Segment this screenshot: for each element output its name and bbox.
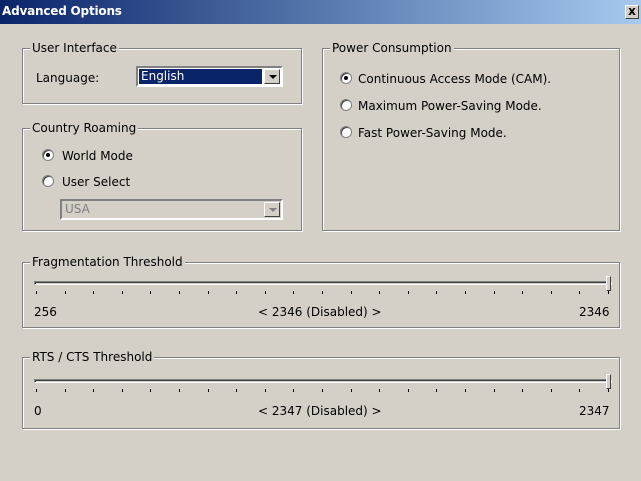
- slider-tick: [179, 291, 180, 294]
- fragmentation-slider-track[interactable]: [34, 281, 612, 285]
- slider-tick: [65, 389, 66, 392]
- language-selected-value: English: [139, 69, 262, 84]
- slider-tick: [408, 291, 409, 294]
- max-power-saving-radio[interactable]: [340, 99, 352, 111]
- slider-tick: [36, 389, 37, 392]
- close-icon: x: [628, 4, 636, 18]
- slider-tick: [293, 389, 294, 392]
- user-select-label[interactable]: User Select: [62, 175, 130, 189]
- window-title: Advanced Options: [2, 4, 122, 18]
- slider-tick: [465, 291, 466, 294]
- language-dropdown-button[interactable]: [264, 69, 280, 84]
- slider-tick: [494, 291, 495, 294]
- slider-tick: [293, 291, 294, 294]
- slider-tick: [579, 389, 580, 392]
- slider-tick: [236, 389, 237, 392]
- slider-tick: [265, 389, 266, 392]
- slider-tick: [122, 389, 123, 392]
- world-mode-label[interactable]: World Mode: [62, 149, 133, 163]
- fragmentation-max-label: 2346: [579, 305, 610, 319]
- fragmentation-threshold-legend: Fragmentation Threshold: [30, 255, 185, 269]
- slider-tick: [379, 389, 380, 392]
- country-dropdown-button[interactable]: [264, 202, 280, 217]
- slider-tick: [522, 389, 523, 392]
- language-dropdown[interactable]: English: [136, 66, 283, 87]
- title-bar[interactable]: Advanced Options x: [0, 0, 641, 24]
- cam-mode-radio[interactable]: [340, 72, 352, 84]
- slider-tick: [436, 389, 437, 392]
- language-label: Language:: [36, 71, 100, 85]
- slider-tick: [150, 389, 151, 392]
- fast-power-saving-label[interactable]: Fast Power-Saving Mode.: [358, 126, 507, 140]
- slider-thumb[interactable]: [606, 374, 611, 389]
- rts-cts-max-label: 2347: [579, 404, 610, 418]
- slider-tick: [551, 389, 552, 392]
- rts-cts-value-label: < 2347 (Disabled) >: [258, 404, 382, 418]
- chevron-down-icon: [269, 75, 277, 79]
- slider-tick: [36, 291, 37, 294]
- slider-tick: [608, 291, 609, 294]
- cam-mode-label[interactable]: Continuous Access Mode (CAM).: [358, 72, 551, 86]
- slider-tick: [579, 291, 580, 294]
- max-power-saving-label[interactable]: Maximum Power-Saving Mode.: [358, 99, 542, 113]
- slider-tick: [208, 291, 209, 294]
- slider-tick: [208, 389, 209, 392]
- country-selected-value: USA: [65, 202, 90, 216]
- user-select-radio[interactable]: [42, 175, 54, 187]
- slider-tick: [65, 291, 66, 294]
- slider-tick: [322, 389, 323, 392]
- close-button[interactable]: x: [625, 5, 639, 19]
- power-consumption-legend: Power Consumption: [330, 41, 454, 55]
- slider-tick: [351, 291, 352, 294]
- fragmentation-value-label: < 2346 (Disabled) >: [258, 305, 382, 319]
- slider-tick: [150, 291, 151, 294]
- slider-tick: [465, 389, 466, 392]
- rts-cts-min-label: 0: [34, 404, 42, 418]
- slider-thumb[interactable]: [606, 276, 611, 291]
- rts-cts-slider-track[interactable]: [34, 379, 612, 383]
- rts-cts-slider[interactable]: [34, 374, 612, 394]
- slider-tick: [236, 291, 237, 294]
- slider-tick: [93, 389, 94, 392]
- country-dropdown[interactable]: USA: [60, 199, 283, 220]
- slider-tick: [179, 389, 180, 392]
- slider-tick: [379, 291, 380, 294]
- slider-tick: [265, 291, 266, 294]
- user-interface-legend: User Interface: [30, 41, 119, 55]
- world-mode-radio[interactable]: [42, 149, 54, 161]
- slider-tick: [122, 291, 123, 294]
- advanced-options-dialog: Advanced Options x User Interface Langua…: [0, 0, 641, 481]
- slider-tick: [608, 389, 609, 392]
- fragmentation-min-label: 256: [34, 305, 57, 319]
- slider-tick: [551, 291, 552, 294]
- slider-tick: [93, 291, 94, 294]
- country-roaming-legend: Country Roaming: [30, 121, 139, 135]
- fragmentation-slider[interactable]: [34, 276, 612, 298]
- chevron-down-icon: [269, 208, 277, 212]
- rts-cts-threshold-legend: RTS / CTS Threshold: [30, 350, 155, 364]
- slider-tick: [322, 291, 323, 294]
- slider-tick: [436, 291, 437, 294]
- slider-tick: [494, 389, 495, 392]
- slider-tick: [408, 389, 409, 392]
- fast-power-saving-radio[interactable]: [340, 126, 352, 138]
- slider-tick: [351, 389, 352, 392]
- slider-tick: [522, 291, 523, 294]
